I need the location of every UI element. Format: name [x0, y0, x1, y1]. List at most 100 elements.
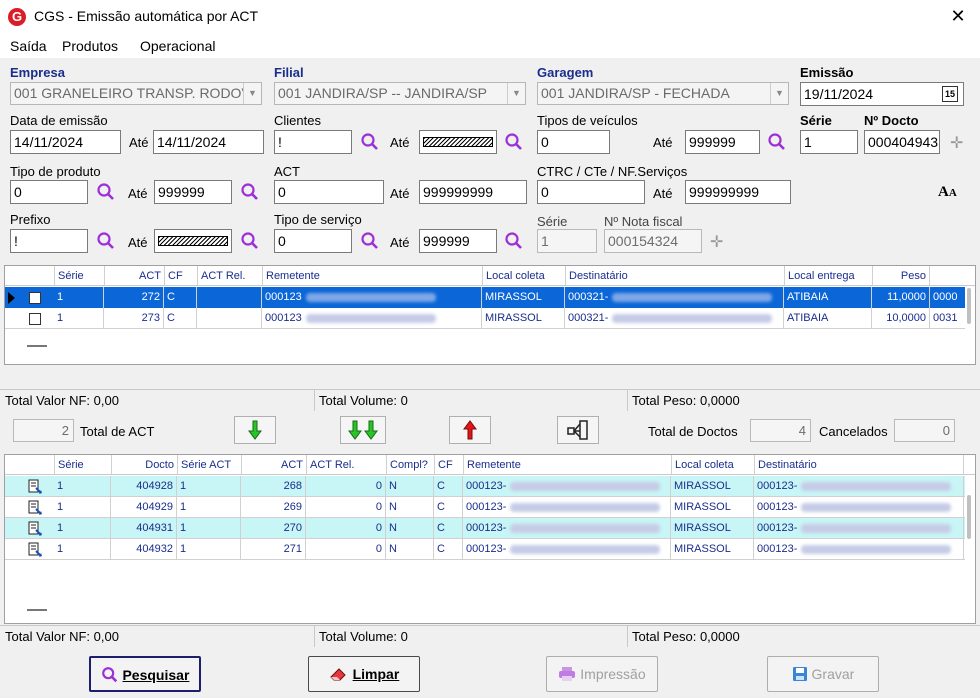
row-checkbox[interactable]	[29, 313, 41, 325]
row-checkbox[interactable]	[29, 292, 41, 304]
hierarchy-icon	[567, 420, 588, 440]
chevron-down-icon[interactable]: ▼	[243, 83, 261, 104]
col-header[interactable]: Remetente	[262, 266, 482, 286]
gravar-button[interactable]: Gravar	[767, 656, 879, 692]
move-all-down-button[interactable]	[340, 416, 386, 444]
serie2-field[interactable]: 1	[537, 229, 597, 253]
nota-fiscal-field[interactable]: 000154324	[604, 229, 702, 253]
menu-produtos[interactable]: Produtos	[62, 38, 118, 54]
tipos-veiculos-ate-field[interactable]: 999999	[685, 130, 760, 154]
total-valor-nf-value: 0,00	[93, 393, 119, 408]
search-icon[interactable]	[240, 182, 260, 202]
emissao-date-field[interactable]: 19/11/2024	[800, 82, 964, 106]
menu-operacional[interactable]: Operacional	[140, 38, 216, 54]
prefixo-ate-field[interactable]	[154, 229, 232, 253]
move-up-button[interactable]	[449, 416, 491, 444]
cell-compl: N	[386, 518, 434, 539]
search-icon[interactable]	[96, 231, 116, 251]
document-edit-icon[interactable]	[27, 479, 43, 495]
data-emissao-de-field[interactable]: 14/11/2024	[10, 130, 121, 154]
tipo-produto-de-field[interactable]: 0	[10, 180, 88, 204]
col-header[interactable]: ACT Rel.	[306, 455, 386, 475]
num-docto-field[interactable]: 000404943	[864, 130, 940, 154]
move-down-button[interactable]	[234, 416, 276, 444]
menu-saida[interactable]: Saída	[10, 38, 47, 54]
filial-value: 001 JANDIRA/SP -- JANDIRA/SP	[278, 85, 488, 101]
ctrc-ate-field[interactable]: 999999999	[685, 180, 791, 204]
col-header[interactable]: Local entrega	[784, 266, 872, 286]
search-icon[interactable]	[504, 132, 524, 152]
ate-label: Até	[390, 135, 410, 150]
vertical-scrollbar[interactable]	[967, 495, 971, 539]
chevron-down-icon[interactable]: ▼	[507, 83, 525, 104]
tipo-servico-de-field[interactable]: 0	[274, 229, 352, 253]
col-header[interactable]: Série ACT	[177, 455, 241, 475]
data-emissao-ate-field[interactable]: 14/11/2024	[153, 130, 264, 154]
col-header[interactable]: ACT Rel.	[197, 266, 262, 286]
printer-icon	[559, 667, 576, 681]
col-header[interactable]: Remetente	[463, 455, 671, 475]
docto-value: 404928	[136, 480, 173, 492]
serie-field[interactable]: 1	[800, 130, 858, 154]
empresa-select[interactable]: 001 GRANELEIRO TRANSP. RODOV ▼	[10, 82, 262, 105]
chevron-down-icon[interactable]: ▼	[770, 83, 788, 104]
col-header[interactable]: Local coleta	[482, 266, 565, 286]
tipos-veiculos-de-field[interactable]: 0	[537, 130, 610, 154]
close-icon[interactable]: ✕	[944, 4, 972, 28]
document-edit-icon[interactable]	[27, 521, 43, 537]
col-header[interactable]: ACT	[104, 266, 164, 286]
col-header[interactable]: Peso	[872, 266, 930, 286]
ctrc-de-field[interactable]: 0	[537, 180, 645, 204]
prefixo-de-field[interactable]: !	[10, 229, 88, 253]
limpar-button[interactable]: Limpar	[308, 656, 420, 692]
total-volume-value: 0	[400, 629, 408, 644]
search-icon[interactable]	[504, 231, 524, 251]
clientes-ate-field[interactable]	[419, 130, 497, 154]
col-header[interactable]: ACT	[241, 455, 306, 475]
search-icon[interactable]	[767, 132, 787, 152]
vertical-scrollbar[interactable]	[967, 288, 971, 324]
search-icon[interactable]	[360, 231, 380, 251]
cell-serie-act: 1	[177, 539, 241, 560]
total-valor-nf: Total Valor NF: 0,00	[5, 393, 119, 408]
search-icon[interactable]	[360, 132, 380, 152]
tipo-servico-ate-field[interactable]: 999999	[419, 229, 497, 253]
col-header[interactable]: Destinatário	[565, 266, 784, 286]
col-header[interactable]: Docto	[111, 455, 177, 475]
col-header[interactable]: Série	[54, 455, 111, 475]
act-ate-field[interactable]: 999999999	[419, 180, 527, 204]
font-size-icon[interactable]: AA	[938, 184, 957, 201]
pesquisar-button[interactable]: Pesquisar	[89, 656, 201, 692]
calendar-icon[interactable]: 15	[942, 86, 958, 102]
horizontal-scrollbar[interactable]	[27, 609, 47, 611]
garagem-select[interactable]: 001 JANDIRA/SP - FECHADA ▼	[537, 82, 789, 105]
col-header[interactable]: Série	[54, 266, 104, 286]
tree-view-button[interactable]	[557, 416, 599, 444]
col-header[interactable]: Local coleta	[671, 455, 754, 475]
document-edit-icon[interactable]	[27, 500, 43, 516]
destinatario-code: 000321-	[568, 312, 609, 324]
plus-icon[interactable]: ✛	[950, 133, 963, 153]
impressao-button[interactable]: Impressão	[546, 656, 658, 692]
cell-serie-act: 1	[177, 497, 241, 518]
col-header[interactable]: Compl?	[386, 455, 434, 475]
filial-select[interactable]: 001 JANDIRA/SP -- JANDIRA/SP ▼	[274, 82, 526, 105]
act-de-field[interactable]: 0	[274, 180, 384, 204]
cell-local-entrega: ATIBAIA	[784, 308, 872, 329]
col-header[interactable]: CF	[164, 266, 197, 286]
col-header[interactable]: CF	[434, 455, 463, 475]
clientes-de-field[interactable]: !	[274, 130, 352, 154]
cancelados-label: Cancelados	[819, 424, 888, 439]
cell-local-entrega: ATIBAIA	[784, 287, 872, 308]
horizontal-scrollbar[interactable]	[27, 345, 47, 347]
document-edit-icon[interactable]	[27, 542, 43, 558]
cell-act: 269	[241, 497, 306, 518]
cell-cf: C	[434, 476, 463, 497]
total-valor-nf: Total Valor NF: 0,00	[5, 629, 119, 644]
plus-icon[interactable]: ✛	[710, 232, 723, 252]
divider	[627, 389, 628, 411]
search-icon[interactable]	[240, 231, 260, 251]
tipo-produto-ate-field[interactable]: 999999	[154, 180, 232, 204]
col-header[interactable]: Destinatário	[754, 455, 964, 475]
search-icon[interactable]	[96, 182, 116, 202]
